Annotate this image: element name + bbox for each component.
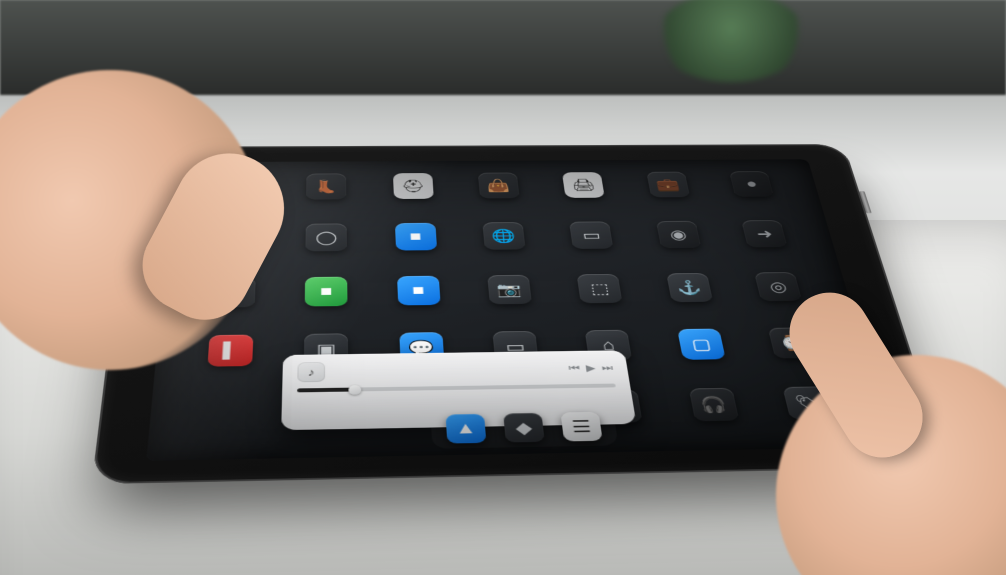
bag-app[interactable]: 👜 [460,172,539,214]
chat-blue-app[interactable]: 💬 [380,332,465,384]
power-button[interactable] [859,191,872,213]
boot-app[interactable]: 👢 [288,173,365,216]
case-app[interactable]: 💼 [629,172,711,214]
label-tile-icon[interactable]: ▤ [594,389,643,423]
boot-icon[interactable]: 👢 [306,173,346,199]
drive-icon[interactable]: ▭ [569,221,613,248]
frame-icon[interactable]: ▭ [492,331,538,363]
hook-app[interactable]: ⚓ [648,273,736,321]
headphones-app[interactable]: 🎧 [669,388,763,443]
rounded-blue-app[interactable]: ▢ [658,328,749,379]
spacer2 [282,394,370,450]
arrow-app[interactable]: ➜ [724,220,810,265]
pill-blue2-icon[interactable]: ■ [397,276,441,306]
frame-app[interactable]: ▭ [473,331,560,383]
scene-photo: 🖱👢⛑👜🖨💼●✎◯■🌐▭◉➜▢■■📷⬚⚓◎▌▣💬▭⌂▢⌚▤🎧🏷 ♪ ⏮ ▶ ⏭ [0,0,1006,575]
printer-icon[interactable]: 🖨 [562,172,605,198]
popup-next-icon[interactable]: ⏭ [601,362,614,373]
tile-icon[interactable]: ▣ [304,333,348,365]
popup-app-icon: ♪ [297,362,325,382]
dock-app1-icon[interactable]: ▲ [446,414,487,444]
pill-blue-icon[interactable]: ■ [395,223,437,251]
lens-icon[interactable]: ◎ [754,272,802,301]
helmet-icon[interactable]: ⛑ [393,173,434,199]
pill-blue2-app[interactable]: ■ [378,276,460,325]
dot-app[interactable]: ● [712,171,795,213]
hook-icon[interactable]: ⚓ [666,273,713,302]
camera-app[interactable]: 📷 [469,275,553,323]
pill-green-icon[interactable]: ■ [305,277,348,307]
globe-icon[interactable]: 🌐 [482,222,525,250]
rounded-blue-icon[interactable]: ▢ [677,329,726,360]
label-tile-app[interactable]: ▤ [574,389,666,444]
dock: ▲ ◆ ☰ [430,407,618,449]
now-playing-popup[interactable]: ♪ ⏮ ▶ ⏭ [281,350,636,430]
ring-app[interactable]: ◯ [287,223,366,269]
headphones-icon[interactable]: 🎧 [689,388,739,421]
globe-app[interactable]: 🌐 [464,222,545,267]
dock-app3-icon[interactable]: ☰ [560,412,602,442]
dot-icon[interactable]: ● [729,171,774,197]
arrow-icon[interactable]: ➜ [741,220,787,247]
tile-app[interactable]: ▣ [284,333,369,385]
progress-slider[interactable] [297,384,616,393]
bag-icon[interactable]: 👜 [478,173,520,199]
spacer3 [381,392,469,448]
pill-blue-app[interactable]: ■ [376,223,456,269]
viewer-icon[interactable]: ⌂ [585,330,632,361]
helmet-app[interactable]: ⛑ [375,173,452,216]
badge-red-app[interactable]: ▌ [186,334,273,387]
dock-app2-icon[interactable]: ◆ [503,413,545,443]
box-icon[interactable]: ⬚ [577,274,623,303]
popup-prev-icon[interactable]: ⏮ [568,362,581,373]
chat-blue-icon[interactable]: 💬 [399,332,444,364]
badge-red-icon[interactable]: ▌ [207,335,253,367]
ring-icon[interactable]: ◯ [306,223,347,251]
spacer4 [478,391,568,447]
printer-app[interactable]: 🖨 [545,172,625,214]
drive-app[interactable]: ▭ [552,221,635,266]
dial-app[interactable]: ◉ [638,221,723,266]
pill-green-app[interactable]: ■ [285,276,367,325]
box-app[interactable]: ⬚ [559,274,645,322]
camera-icon[interactable]: 📷 [487,275,532,305]
spacer1 [181,395,271,452]
case-icon[interactable]: 💼 [646,172,690,198]
dial-icon[interactable]: ◉ [656,221,701,248]
popup-play-icon[interactable]: ▶ [585,362,596,373]
popup-controls[interactable]: ⏮ ▶ ⏭ [568,362,614,374]
viewer-app[interactable]: ⌂ [566,330,655,382]
